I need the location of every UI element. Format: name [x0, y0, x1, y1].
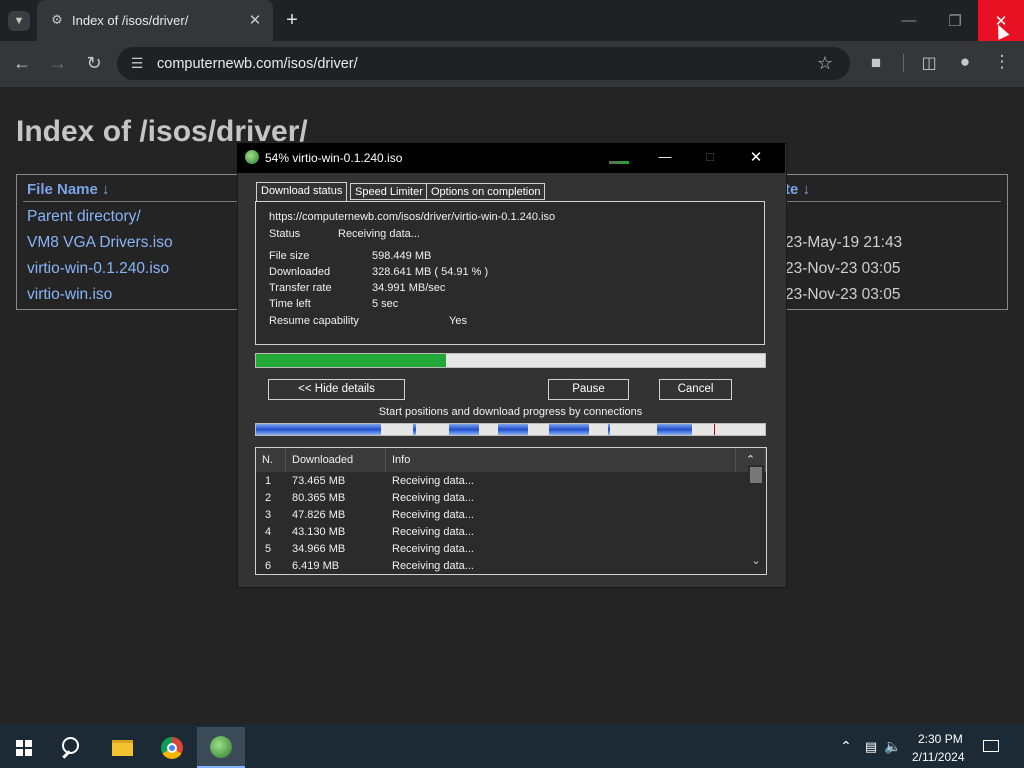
connection-segment [657, 424, 692, 435]
restore-button[interactable]: ❐ [932, 0, 978, 41]
connection-info: Receiving data... [392, 475, 474, 487]
file-link[interactable]: Parent directory/ [27, 208, 141, 226]
activity-indicator-icon [609, 161, 629, 164]
connection-info: Receiving data... [392, 560, 474, 572]
site-favicon-icon: ⚙ [51, 12, 63, 27]
connection-n: 5 [265, 543, 272, 555]
chrome-icon[interactable] [161, 737, 183, 759]
connection-n: 2 [265, 492, 272, 504]
forward-arrow-icon[interactable]: → [48, 53, 68, 74]
connection-info: Receiving data... [392, 492, 474, 504]
time-left-value: 5 sec [372, 298, 399, 310]
connections-progress-bar [255, 423, 766, 436]
browser-tab[interactable]: ⚙ Index of /isos/driver/ ✕ [37, 0, 273, 41]
dialog-close-button[interactable]: ✕ [747, 148, 765, 166]
scrollbar-thumb[interactable] [750, 467, 762, 483]
status-label: Status [269, 228, 301, 240]
pause-button[interactable]: Pause [548, 379, 629, 400]
connection-segment [449, 424, 479, 435]
connection-downloaded: 47.826 MB [292, 509, 346, 521]
column-header-n[interactable]: N. [256, 448, 286, 472]
connection-n: 1 [265, 475, 272, 487]
connection-n: 6 [265, 560, 272, 572]
extensions-icon[interactable]: ■ [866, 53, 886, 73]
time-left-label: Time left [269, 298, 311, 310]
file-link[interactable]: virtio-win.iso [27, 286, 112, 304]
windows-start-icon[interactable] [16, 740, 32, 756]
connection-info: Receiving data... [392, 526, 474, 538]
column-header-info[interactable]: Info [386, 448, 736, 472]
file-size-label: File size [269, 250, 310, 262]
file-date: 23-Nov-23 03:05 [785, 286, 901, 303]
connection-segment [549, 424, 589, 435]
name-column-header[interactable]: File Name ↓ [27, 181, 110, 198]
file-date: 23-Nov-23 03:05 [785, 260, 901, 277]
bookmark-star-icon[interactable]: ☆ [815, 53, 835, 74]
file-explorer-icon[interactable] [112, 740, 133, 756]
downloaded-value: 328.641 MB ( 54.91 % ) [372, 266, 489, 278]
tab-speed-limiter[interactable]: Speed Limiter [350, 183, 428, 200]
connection-downloaded: 6.419 MB [292, 560, 340, 572]
url-text[interactable]: computernewb.com/isos/driver/ [157, 56, 358, 72]
connection-segment [608, 424, 610, 435]
column-header-downloaded[interactable]: Downloaded [286, 448, 386, 472]
scroll-down-icon[interactable]: ⌄ [748, 554, 764, 567]
connection-downloaded: 80.365 MB [292, 492, 346, 504]
connection-downloaded: 43.130 MB [292, 526, 346, 538]
connection-info: Receiving data... [392, 509, 474, 521]
idm-globe-icon [245, 150, 259, 164]
side-panel-icon[interactable]: ◫ [919, 53, 939, 73]
network-icon[interactable]: ▤ [862, 739, 880, 755]
connection-marker [714, 424, 715, 435]
resume-label: Resume capability [269, 315, 359, 327]
clock-date[interactable]: 2/11/2024 [912, 750, 965, 764]
connection-info: Receiving data... [392, 543, 474, 555]
status-value: Receiving data... [338, 228, 420, 240]
tab-title: Index of /isos/driver/ [72, 13, 189, 28]
tab-download-status[interactable]: Download status [256, 182, 348, 201]
minimize-button[interactable]: — [886, 0, 932, 41]
hide-details-button[interactable]: << Hide details [268, 379, 405, 400]
cancel-button[interactable]: Cancel [659, 379, 732, 400]
notification-center-icon[interactable] [983, 740, 999, 752]
connection-segment [413, 424, 416, 435]
tab-search-icon[interactable]: ▼ [8, 11, 30, 31]
tab-close-icon[interactable]: ✕ [247, 11, 263, 29]
file-date: 23-May-19 21:43 [785, 234, 903, 251]
profile-icon[interactable]: ● [955, 52, 975, 72]
file-link[interactable]: virtio-win-0.1.240.iso [27, 260, 169, 278]
transfer-rate-value: 34.991 MB/sec [372, 282, 446, 294]
connection-segment [498, 424, 528, 435]
toolbar-divider [903, 54, 904, 72]
dialog-title: 54% virtio-win-0.1.240.iso [265, 151, 403, 165]
date-column-header[interactable]: te ↓ [785, 181, 810, 198]
clock-time[interactable]: 2:30 PM [918, 732, 963, 746]
volume-muted-icon[interactable]: 🔈 [884, 738, 902, 755]
dialog-minimize-button[interactable]: — [656, 149, 674, 164]
show-hidden-icons-icon[interactable]: ⌃ [838, 738, 854, 755]
tab-options-on-completion[interactable]: Options on completion [426, 183, 546, 200]
connection-downloaded: 73.465 MB [292, 475, 346, 487]
site-info-icon[interactable]: ☰ [127, 55, 147, 72]
menu-kebab-icon[interactable]: ⋮ [992, 52, 1012, 72]
back-arrow-icon[interactable]: ← [12, 53, 32, 74]
downloaded-label: Downloaded [269, 266, 331, 278]
dialog-maximize-button[interactable]: □ [701, 149, 719, 164]
file-link[interactable]: VM8 VGA Drivers.iso [27, 234, 173, 252]
idm-taskbar-button[interactable] [197, 727, 245, 768]
connection-segment [256, 424, 381, 435]
reload-icon[interactable]: ↻ [84, 53, 104, 74]
file-size-value: 598.449 MB [372, 250, 432, 262]
connection-downloaded: 34.966 MB [292, 543, 346, 555]
connections-caption: Start positions and download progress by… [378, 406, 643, 418]
connection-n: 3 [265, 509, 272, 521]
download-url: https://computernewb.com/isos/driver/vir… [269, 211, 556, 223]
new-tab-button[interactable]: + [282, 9, 302, 32]
resume-value: Yes [449, 315, 467, 327]
download-progress-fill [256, 354, 446, 367]
connection-n: 4 [265, 526, 272, 538]
transfer-rate-label: Transfer rate [269, 282, 332, 294]
table-scrollbar[interactable]: ⌄ [748, 465, 764, 572]
